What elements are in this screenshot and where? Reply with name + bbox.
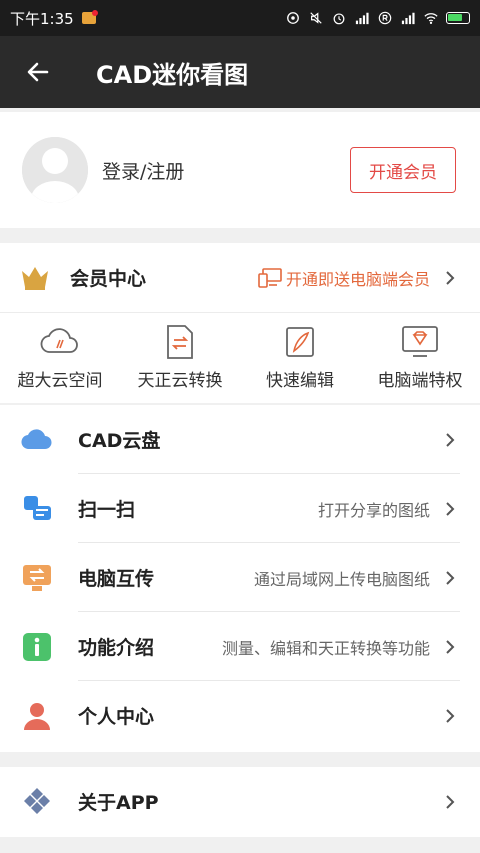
back-arrow-icon — [27, 62, 49, 82]
main-menu: CAD云盘 扫一扫 打开分享的图纸 电脑互传 通过局域网上传电脑图纸 功能介绍 … — [0, 405, 480, 752]
menu-item-personal-center[interactable]: 个人中心 — [0, 681, 480, 750]
transfer-icon — [20, 561, 54, 595]
member-promo: 开通即送电脑端会员 — [258, 266, 430, 290]
hotspot-icon — [287, 12, 299, 24]
info-icon — [20, 630, 54, 664]
cloud-storage-icon — [39, 324, 81, 360]
cloud-icon — [20, 423, 54, 457]
feature-label: 快速编辑 — [266, 371, 334, 391]
menu-item-label: 个人中心 — [78, 706, 155, 728]
chevron-right-icon — [446, 570, 455, 585]
menu-item-label: 电脑互传 — [78, 568, 155, 590]
avatar[interactable] — [22, 137, 88, 203]
menu-item-label: CAD云盘 — [78, 430, 161, 452]
feature-label: 电脑端特权 — [377, 371, 463, 391]
login-register-link[interactable]: 登录/注册 — [102, 157, 184, 184]
feature-desktop-privilege[interactable]: 电脑端特权 — [360, 313, 480, 402]
alarm-icon — [333, 13, 345, 25]
feature-quick-edit[interactable]: 快速编辑 — [240, 313, 360, 402]
menu-item-desc: 打开分享的图纸 — [317, 500, 430, 520]
chevron-right-icon — [446, 708, 455, 723]
member-center-row[interactable]: 会员中心 开通即送电脑端会员 — [0, 243, 480, 313]
signal-icon — [355, 12, 369, 25]
page-title: CAD迷你看图 — [96, 60, 249, 89]
feature-label: 天正云转换 — [137, 371, 223, 391]
chevron-right-icon — [446, 270, 455, 285]
chevron-right-icon — [446, 501, 455, 516]
registered-icon — [378, 11, 392, 25]
edit-icon — [284, 324, 316, 360]
menu-item-label: 扫一扫 — [78, 499, 136, 521]
member-features: 超大云空间 天正云转换 快速编辑 电脑端特权 — [0, 313, 480, 402]
desktop-phone-icon — [258, 267, 282, 288]
menu-item-about-app[interactable]: 关于APP — [0, 767, 480, 836]
diamond-grid-icon — [20, 785, 54, 819]
menu-item-pc-transfer[interactable]: 电脑互传 通过局域网上传电脑图纸 — [0, 543, 480, 612]
app-notification-icon — [81, 10, 98, 24]
menu-item-scan[interactable]: 扫一扫 打开分享的图纸 — [0, 474, 480, 543]
menu-item-label: 功能介绍 — [78, 637, 155, 659]
member-center-label: 会员中心 — [70, 268, 147, 290]
status-icons — [285, 11, 470, 25]
open-vip-button[interactable]: 开通会员 — [350, 147, 456, 193]
feature-file-convert[interactable]: 天正云转换 — [120, 313, 240, 402]
back-button[interactable] — [0, 36, 76, 108]
member-promo-text: 开通即送电脑端会员 — [285, 269, 430, 289]
profile-section[interactable]: 登录/注册 开通会员 — [0, 112, 480, 228]
chevron-right-icon — [446, 432, 455, 447]
file-convert-icon — [165, 324, 195, 360]
person-icon — [20, 699, 54, 733]
about-section: 关于APP — [0, 767, 480, 837]
default-avatar-icon — [22, 137, 88, 203]
status-bar: 下午1:35 — [0, 0, 480, 36]
status-time: 下午1:35 — [10, 9, 74, 28]
signal-icon — [401, 12, 415, 25]
wifi-icon — [424, 13, 438, 24]
feature-cloud-storage[interactable]: 超大云空间 — [0, 313, 120, 402]
menu-item-features[interactable]: 功能介绍 测量、编辑和天正转换等功能 — [0, 612, 480, 681]
desktop-privilege-icon — [401, 324, 439, 360]
menu-item-desc: 通过局域网上传电脑图纸 — [253, 569, 430, 589]
chevron-right-icon — [446, 639, 455, 654]
feature-label: 超大云空间 — [17, 371, 103, 391]
app-bar: CAD迷你看图 — [0, 36, 480, 108]
battery-charging-icon — [446, 12, 470, 24]
mute-icon — [310, 12, 322, 24]
menu-item-label: 关于APP — [78, 792, 159, 814]
crown-icon — [22, 266, 48, 290]
menu-item-desc: 测量、编辑和天正转换等功能 — [221, 638, 430, 658]
menu-item-cad-cloud[interactable]: CAD云盘 — [0, 405, 480, 474]
chevron-right-icon — [446, 794, 455, 809]
member-center-section: 会员中心 开通即送电脑端会员 超大云空间 天正云转换 快速编辑 电脑端特权 — [0, 243, 480, 403]
scan-icon — [20, 492, 54, 526]
